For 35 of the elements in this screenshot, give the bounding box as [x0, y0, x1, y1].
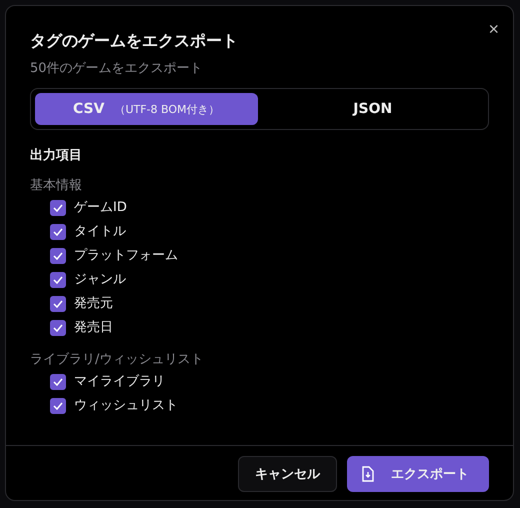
checkmark-icon	[53, 402, 63, 410]
checkmark-icon	[53, 204, 63, 212]
format-tab[interactable]: JSON	[262, 93, 484, 125]
dialog-subtitle: 50件のゲームをエクスポート	[30, 60, 204, 78]
checkbox-label: ジャンル	[74, 271, 126, 289]
checkbox[interactable]	[50, 272, 66, 288]
checkmark-icon	[53, 378, 63, 386]
section-title: 出力項目	[30, 147, 83, 165]
checkbox-label: 発売日	[74, 319, 113, 337]
group-label: ライブラリ/ウィッシュリスト	[30, 351, 204, 369]
checkbox-label: 発売元	[74, 295, 113, 313]
checkmark-icon	[53, 324, 63, 332]
checkbox-label: マイライブラリ	[74, 373, 165, 391]
close-button[interactable]: ×	[488, 20, 499, 38]
checkbox[interactable]	[50, 320, 66, 336]
checkbox-label: タイトル	[74, 223, 126, 241]
checkbox[interactable]	[50, 200, 66, 216]
checkbox[interactable]	[50, 296, 66, 312]
export-button[interactable]: エクスポート	[347, 456, 489, 492]
checkbox-label: プラットフォーム	[74, 247, 178, 265]
cancel-button[interactable]: キャンセル	[238, 456, 337, 492]
checkmark-icon	[53, 252, 63, 260]
format-tab[interactable]: CSV （UTF-8 BOM付き）	[35, 93, 258, 125]
checkbox[interactable]	[50, 224, 66, 240]
dialog-title: タグのゲームをエクスポート	[30, 30, 239, 52]
checkbox[interactable]	[50, 248, 66, 264]
checkbox-label: ゲームID	[74, 199, 127, 217]
group-label: 基本情報	[30, 177, 83, 195]
checkbox-label: ウィッシュリスト	[74, 397, 178, 415]
checkmark-icon	[53, 276, 63, 284]
checkmark-icon	[53, 300, 63, 308]
checkmark-icon	[53, 228, 63, 236]
checkbox[interactable]	[50, 374, 66, 390]
file-download-icon	[361, 466, 375, 482]
checkbox[interactable]	[50, 398, 66, 414]
